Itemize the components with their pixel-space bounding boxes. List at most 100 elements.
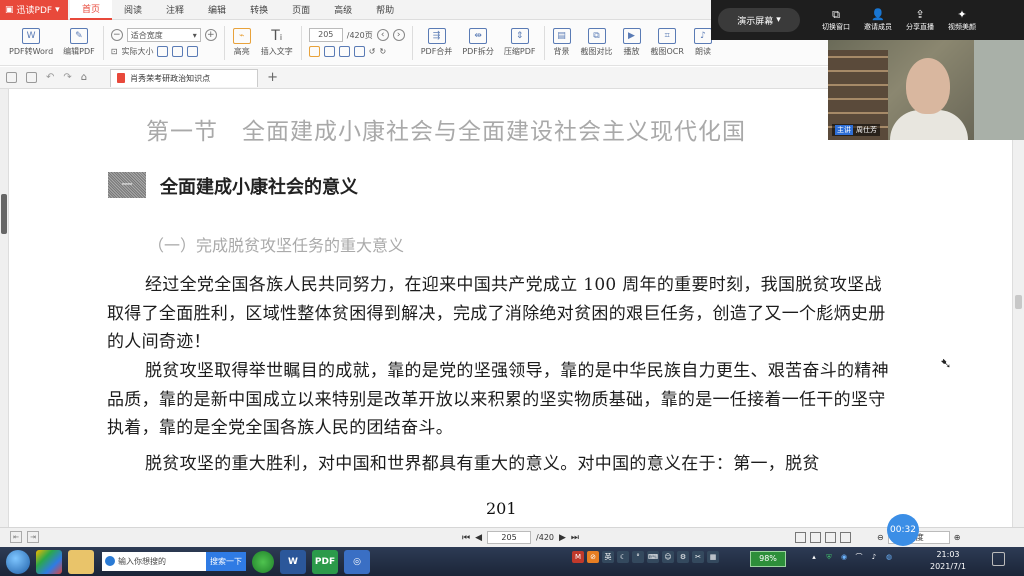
compress-pdf-button[interactable]: ⇕ 压缩PDF xyxy=(499,21,541,65)
punctuation-icon[interactable]: ° xyxy=(632,551,644,563)
single-page-icon[interactable] xyxy=(795,532,806,543)
play-button[interactable]: ▶ 播放 xyxy=(618,21,646,65)
pdf-app-icon[interactable]: PDF xyxy=(312,549,338,574)
moon-icon[interactable]: ☾ xyxy=(617,551,629,563)
360-app-icon[interactable] xyxy=(36,549,62,574)
pdf-merge-button[interactable]: ⇶ PDF合并 xyxy=(416,21,458,65)
taskbar-search-input[interactable]: 输入你想搜的 xyxy=(102,552,206,571)
volume-icon[interactable]: ♪ xyxy=(868,551,880,563)
compare-button[interactable]: ⧉ 截图对比 xyxy=(576,21,618,65)
scrollbar-thumb[interactable] xyxy=(1015,295,1022,309)
next-page-icon[interactable]: › xyxy=(392,29,405,41)
input-method-icon[interactable]: 英 xyxy=(602,551,614,563)
continuous-icon[interactable] xyxy=(825,532,836,543)
rotate-left-icon[interactable]: ↺ xyxy=(369,47,376,56)
block-icon[interactable]: ⊘ xyxy=(587,551,599,563)
fit-width-icon[interactable] xyxy=(172,46,184,57)
system-tray-right: ▴ ⛨ ◉ ⌒ ♪ ◍ xyxy=(808,551,895,563)
notification-icon[interactable] xyxy=(992,552,1005,566)
switch-window-button[interactable]: ⧉ 切换窗口 xyxy=(822,9,850,32)
tab-advanced[interactable]: 高级 xyxy=(322,0,364,20)
video-beauty-button[interactable]: ✦ 视频美颜 xyxy=(948,9,976,32)
fit-page-icon[interactable] xyxy=(157,46,169,57)
status-page-input[interactable]: 205 xyxy=(487,531,532,544)
tab-help[interactable]: 帮助 xyxy=(364,0,406,20)
settings-icon[interactable]: ⚙ xyxy=(677,551,689,563)
tab-page[interactable]: 页面 xyxy=(280,0,322,20)
tab-read[interactable]: 阅读 xyxy=(112,0,154,20)
vertical-scrollbar[interactable] xyxy=(1012,140,1024,527)
page-number-input[interactable]: 205 xyxy=(308,28,343,42)
shield-icon[interactable]: ⛨ xyxy=(823,551,835,563)
battery-indicator[interactable]: 98% xyxy=(750,551,786,567)
nav-forward-icon[interactable]: ⇥ xyxy=(27,531,39,543)
share-live-button[interactable]: ⇪ 分享直播 xyxy=(906,9,934,32)
tab-annotate[interactable]: 注释 xyxy=(154,0,196,20)
prev-page-icon[interactable]: ◀ xyxy=(475,533,482,543)
mouse-cursor-icon: ➷ xyxy=(940,356,952,372)
background-button[interactable]: ▤ 背景 xyxy=(548,21,576,65)
actual-size-button[interactable]: 实际大小 xyxy=(121,46,153,57)
skin-icon[interactable]: ☺ xyxy=(662,551,674,563)
book-view-icon[interactable] xyxy=(353,46,365,57)
folder-app-icon[interactable] xyxy=(68,549,94,574)
network-icon[interactable]: ⌒ xyxy=(853,551,865,563)
left-panel-handle[interactable] xyxy=(1,194,7,234)
browser-app-icon[interactable] xyxy=(252,550,274,573)
tab-edit[interactable]: 编辑 xyxy=(196,0,238,20)
prev-page-icon[interactable]: ‹ xyxy=(376,29,389,41)
ocr-button[interactable]: ⌗ 截图OCR xyxy=(646,21,689,65)
home-icon[interactable]: ⌂ xyxy=(81,72,87,83)
tab-convert[interactable]: 转换 xyxy=(238,0,280,20)
last-page-icon[interactable]: ⏭ xyxy=(571,533,579,543)
open-file-icon[interactable] xyxy=(6,72,17,83)
single-page-view-icon[interactable] xyxy=(308,46,320,57)
tool-icon[interactable]: ✂ xyxy=(692,551,704,563)
tab-home[interactable]: 首页 xyxy=(70,0,113,20)
pdf-split-button[interactable]: ⇹ PDF拆分 xyxy=(457,21,499,65)
zoom-out-icon[interactable]: ⊖ xyxy=(877,533,884,542)
invite-button[interactable]: 👤 邀请成员 xyxy=(864,9,892,32)
ocr-label: 截图OCR xyxy=(650,47,684,56)
double-page-icon[interactable] xyxy=(810,532,821,543)
host-tag: 主讲 xyxy=(835,125,853,135)
security-icon[interactable]: ◉ xyxy=(838,551,850,563)
start-button-icon[interactable] xyxy=(6,549,30,574)
zoom-out-icon[interactable]: − xyxy=(110,29,123,41)
system-clock[interactable]: 21:03 2021/7/1 xyxy=(930,549,966,573)
app-brand[interactable]: ▣ 迅读PDF ▾ xyxy=(0,0,68,20)
presenter-video[interactable]: 主讲 周仕芳 xyxy=(828,40,1024,140)
taskbar-search-button[interactable]: 搜索一下 xyxy=(206,552,246,571)
redo-icon[interactable]: ↷ xyxy=(63,72,71,83)
document-tab[interactable]: 肖秀荣考研政治知识点 xyxy=(110,68,259,87)
highlight-button[interactable]: ⌁ 高亮 xyxy=(228,21,256,65)
recording-timer[interactable]: 00:32 xyxy=(887,514,919,546)
edit-pdf-button[interactable]: ✎ 编辑PDF xyxy=(58,21,100,65)
left-sidebar-collapsed[interactable] xyxy=(0,89,9,527)
zoom-select[interactable]: 适合宽度 ▾ xyxy=(126,28,201,42)
continuous-view-icon[interactable] xyxy=(338,46,350,57)
insert-text-button[interactable]: Tᵢ 插入文字 xyxy=(256,21,298,65)
mail-icon[interactable]: M xyxy=(572,551,584,563)
chevron-up-icon[interactable]: ▴ xyxy=(808,551,820,563)
share-icon: ⇪ xyxy=(915,7,925,21)
new-tab-icon[interactable]: + xyxy=(267,70,278,85)
recorder-icon[interactable]: ◍ xyxy=(883,551,895,563)
zoom-in-icon[interactable]: ⊕ xyxy=(954,533,961,542)
save-icon[interactable] xyxy=(26,72,37,83)
rotate-right-icon[interactable]: ↻ xyxy=(379,47,386,56)
keyboard-icon[interactable]: ⌨ xyxy=(647,551,659,563)
zoom-in-icon[interactable]: + xyxy=(204,29,217,41)
first-page-icon[interactable]: ⏮ xyxy=(462,533,470,543)
grid-icon[interactable]: ▦ xyxy=(707,551,719,563)
nav-back-icon[interactable]: ⇤ xyxy=(10,531,22,543)
undo-icon[interactable]: ↶ xyxy=(46,72,54,83)
demo-screen-button[interactable]: 演示屏幕 ▾ xyxy=(718,8,800,32)
pdf-to-word-button[interactable]: W PDF转Word xyxy=(4,21,58,65)
next-page-icon[interactable]: ▶ xyxy=(559,533,566,543)
spread-icon[interactable] xyxy=(840,532,851,543)
double-page-view-icon[interactable] xyxy=(323,46,335,57)
word-app-icon[interactable]: W xyxy=(280,549,306,574)
fit-height-icon[interactable] xyxy=(187,46,199,57)
screen-recorder-app-icon[interactable]: ◎ xyxy=(344,549,370,574)
